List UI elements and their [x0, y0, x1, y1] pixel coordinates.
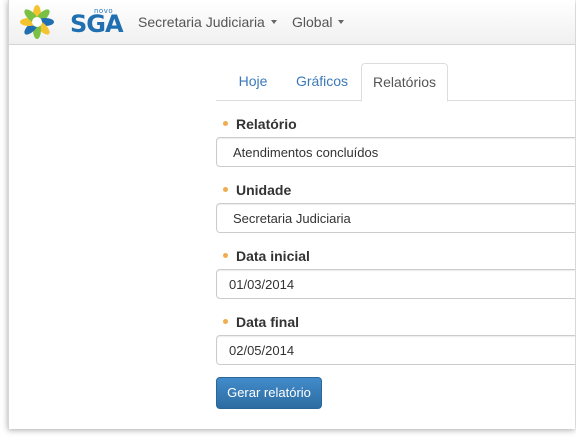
- top-navbar: novo SGA Secretaria Judiciaria Global: [9, 0, 575, 45]
- nav-unidade-label: Secretaria Judiciaria: [138, 14, 265, 30]
- data-inicial-input[interactable]: 01/03/2014: [216, 269, 575, 299]
- app-window: novo SGA Secretaria Judiciaria Global Ho…: [8, 0, 575, 429]
- required-bullet-icon: [223, 121, 228, 126]
- unidade-select-value: Secretaria Judiciaria: [233, 211, 351, 226]
- gerar-relatorio-button[interactable]: Gerar relatório: [216, 377, 322, 409]
- relatorio-select[interactable]: Atendimentos concluídos: [216, 137, 575, 167]
- nav-global-label: Global: [292, 14, 333, 30]
- tab-hoje[interactable]: Hoje: [226, 63, 280, 99]
- unidade-label: Unidade: [223, 182, 291, 198]
- data-final-label-text: Data final: [236, 314, 300, 330]
- relatorio-select-value: Atendimentos concluídos: [233, 145, 379, 160]
- caret-down-icon: [270, 20, 277, 24]
- data-final-input[interactable]: 02/05/2014: [216, 335, 575, 365]
- data-inicial-value: 01/03/2014: [229, 277, 295, 292]
- caret-down-icon: [338, 20, 345, 24]
- tab-relatorios[interactable]: Relatórios: [361, 63, 448, 102]
- tab-graficos[interactable]: Gráficos: [287, 63, 357, 99]
- data-final-label: Data final: [223, 314, 299, 330]
- unidade-label-text: Unidade: [236, 182, 292, 198]
- logo-sga-text: SGA: [70, 10, 124, 38]
- data-inicial-label-text: Data inicial: [236, 248, 310, 264]
- data-inicial-label: Data inicial: [223, 248, 310, 264]
- sga-logo[interactable]: novo SGA: [20, 4, 124, 40]
- nav-global-dropdown[interactable]: Global: [292, 14, 345, 30]
- nav-unidade-dropdown[interactable]: Secretaria Judiciaria: [138, 14, 277, 30]
- required-bullet-icon: [223, 253, 228, 258]
- data-final-value: 02/05/2014: [229, 343, 295, 358]
- relatorio-label: Relatório: [223, 116, 297, 132]
- required-bullet-icon: [223, 319, 228, 324]
- report-tabs: Hoje Gráficos Relatórios: [216, 63, 575, 102]
- relatorio-label-text: Relatório: [236, 116, 297, 132]
- sunflower-logo-icon: [20, 5, 54, 39]
- unidade-select[interactable]: Secretaria Judiciaria: [216, 203, 575, 233]
- required-bullet-icon: [223, 187, 228, 192]
